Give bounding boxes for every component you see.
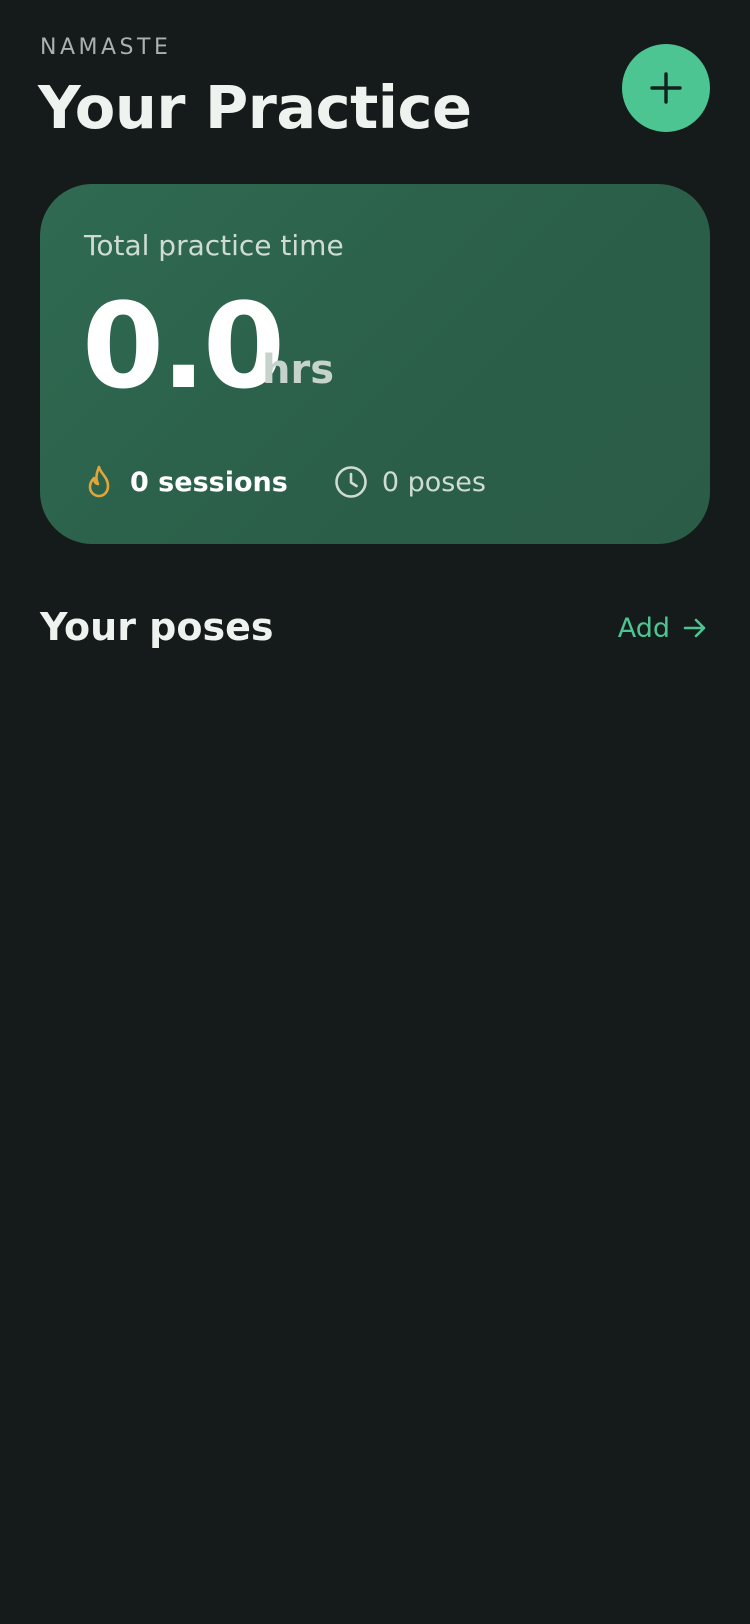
greeting-label: NAMASTE: [40, 35, 172, 60]
plus-icon: [650, 72, 682, 104]
page-title: Your Practice: [38, 73, 472, 142]
arrow-right-icon: [683, 618, 706, 638]
practice-time-value: 0.0: [82, 277, 285, 415]
practice-screen: NAMASTE Your Practice Total practice tim…: [0, 0, 750, 1624]
poses-list: [40, 680, 710, 1580]
practice-stats-row: 0 sessions 0 poses: [86, 460, 486, 504]
clock-icon: [335, 466, 367, 498]
poses-count: 0 poses: [381, 466, 486, 498]
sessions-count: 0 sessions: [130, 466, 288, 498]
add-pose-link[interactable]: Add: [618, 608, 708, 648]
poses-stat: 0 poses: [334, 460, 486, 504]
sessions-stat: 0 sessions: [86, 460, 288, 504]
add-practice-button[interactable]: [622, 44, 710, 132]
practice-time-card: Total practice time 0.0 hrs 0 sessions 0…: [40, 184, 710, 544]
add-pose-label: Add: [617, 612, 670, 644]
practice-time-label: Total practice time: [84, 229, 344, 262]
practice-time-unit: hrs: [262, 347, 335, 393]
poses-section-title: Your poses: [40, 605, 274, 649]
flame-icon: [88, 465, 110, 498]
